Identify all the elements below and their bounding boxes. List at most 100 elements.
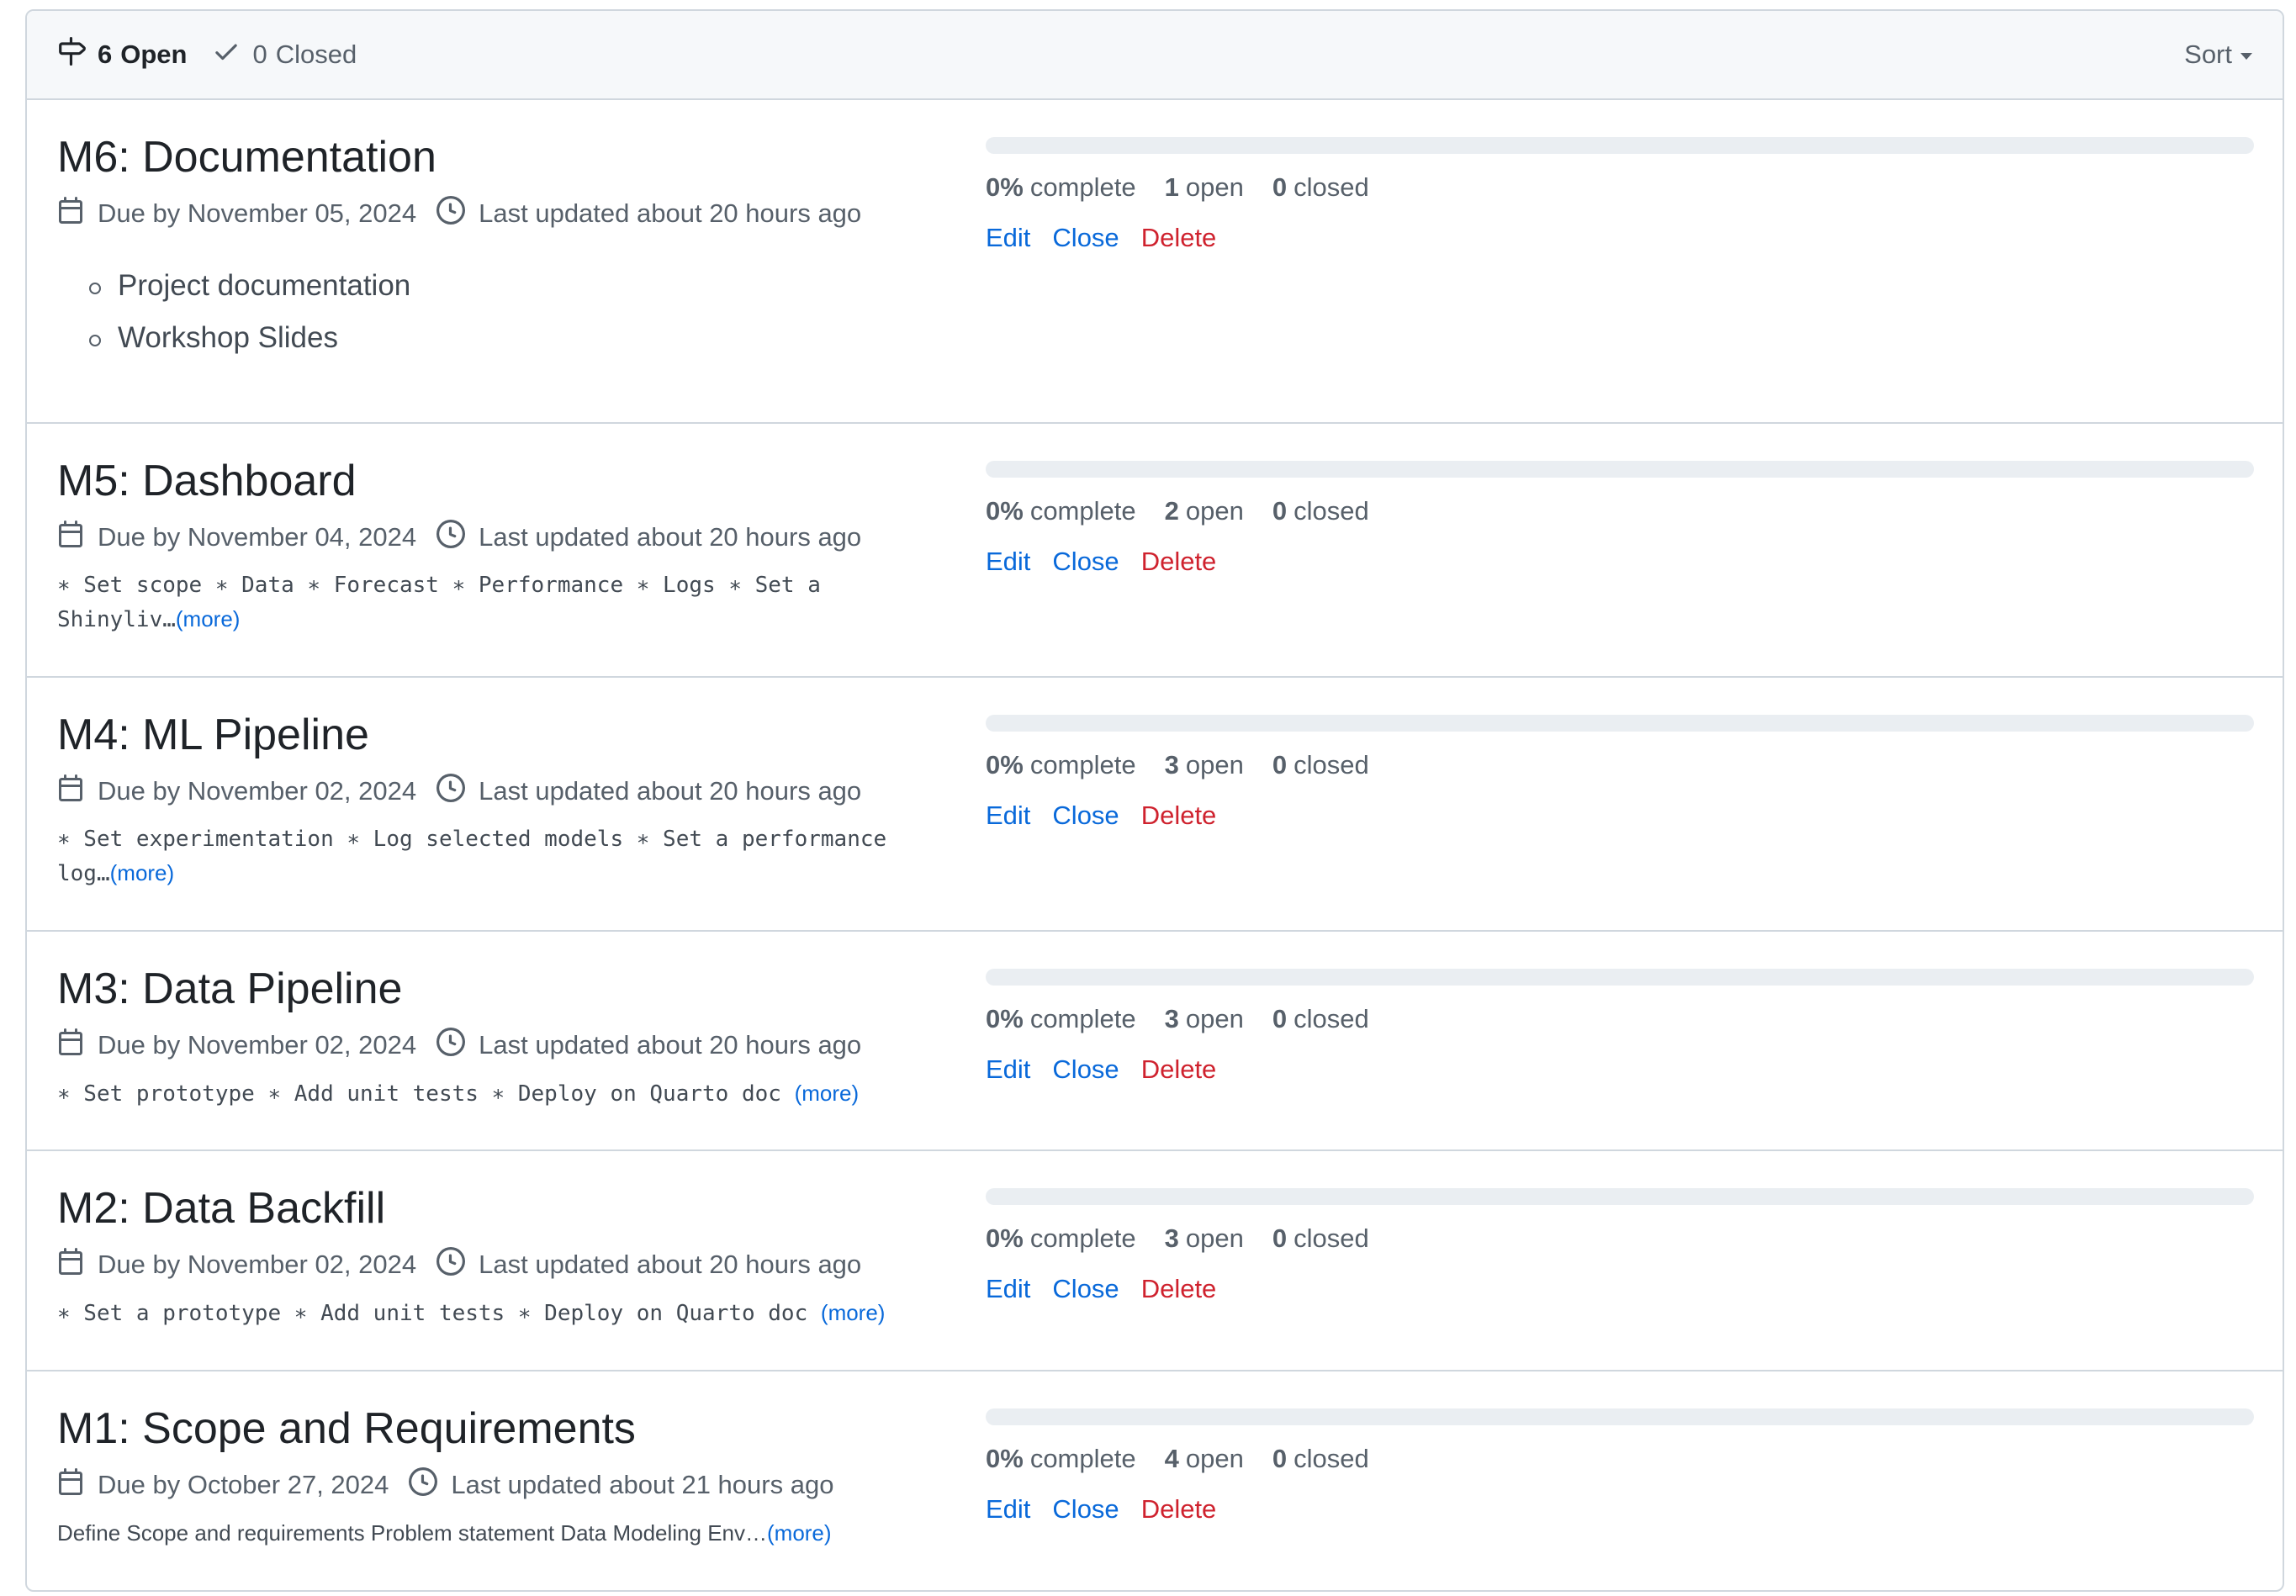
progress-bar [986, 715, 2254, 732]
close-link[interactable]: Close [1052, 1494, 1119, 1525]
last-updated: Last updated about 21 hours ago [451, 1470, 834, 1499]
due-date: Due by November 05, 2024 [98, 198, 417, 228]
edit-link[interactable]: Edit [986, 547, 1030, 577]
open-issues-count[interactable]: 3 open [1165, 1004, 1244, 1034]
milestone-progress: 0% complete 1 open 0 closed Edit Close Delete [986, 137, 2254, 253]
more-link[interactable]: (more) [176, 606, 241, 632]
last-updated: Last updated about 20 hours ago [479, 1250, 862, 1279]
milestone-description-list: Project documentation Workshop Slides [57, 260, 940, 364]
edit-link[interactable]: Edit [986, 801, 1030, 831]
more-link[interactable]: (more) [767, 1520, 832, 1546]
milestone-info: M6: Documentation Due by November 05, 202… [57, 130, 940, 364]
milestones-header: 6 Open 0 Closed Sort [27, 11, 2283, 100]
open-issues-count[interactable]: 3 open [1165, 750, 1244, 780]
due-date: Due by November 02, 2024 [98, 776, 417, 806]
milestone-title[interactable]: M5: Dashboard [57, 454, 940, 508]
edit-link[interactable]: Edit [986, 1054, 1030, 1085]
edit-link[interactable]: Edit [986, 223, 1030, 253]
delete-link[interactable]: Delete [1141, 1494, 1217, 1525]
delete-link[interactable]: Delete [1141, 1274, 1217, 1304]
milestone-actions: Edit Close Delete [986, 223, 2254, 253]
calendar-icon [57, 196, 98, 231]
milestone-icon [57, 37, 98, 72]
closed-count: 0 [252, 40, 267, 69]
milestone-title[interactable]: M4: ML Pipeline [57, 708, 940, 762]
description-list-item: Workshop Slides [89, 312, 940, 364]
milestone-actions: Edit Close Delete [986, 1054, 2254, 1085]
closed-milestones-tab[interactable]: 0 Closed [212, 37, 357, 72]
open-issues-count[interactable]: 4 open [1165, 1444, 1244, 1474]
edit-link[interactable]: Edit [986, 1274, 1030, 1304]
milestone-title[interactable]: M2: Data Backfill [57, 1181, 940, 1235]
milestone-progress: 0% complete 4 open 0 closed Edit Close Delete [986, 1408, 2254, 1525]
milestone-row: M4: ML Pipeline Due by November 02, 2024 L… [27, 678, 2283, 932]
closed-issues-count[interactable]: 0 closed [1272, 1444, 1369, 1474]
open-issues-count[interactable]: 2 open [1165, 496, 1244, 526]
due-date: Due by November 04, 2024 [98, 522, 417, 552]
milestone-row: M5: Dashboard Due by November 04, 2024 Las… [27, 424, 2283, 678]
clock-icon [436, 520, 479, 555]
milestone-actions: Edit Close Delete [986, 801, 2254, 831]
percent-complete: 0% complete [986, 750, 1136, 780]
more-link[interactable]: (more) [821, 1300, 886, 1325]
milestone-actions: Edit Close Delete [986, 1274, 2254, 1304]
milestone-description: ∗ Set prototype ∗ Add unit tests ∗ Deplo… [57, 1076, 940, 1111]
milestone-meta: Due by November 04, 2024 Last updated abo… [57, 520, 940, 555]
closed-issues-count[interactable]: 0 closed [1272, 1223, 1369, 1254]
close-link[interactable]: Close [1052, 1054, 1119, 1085]
open-issues-count[interactable]: 3 open [1165, 1223, 1244, 1254]
clock-icon [409, 1467, 451, 1503]
more-link[interactable]: (more) [795, 1081, 860, 1106]
progress-bar [986, 461, 2254, 478]
clock-icon [436, 774, 479, 809]
milestone-info: M4: ML Pipeline Due by November 02, 2024 L… [57, 708, 940, 890]
close-link[interactable]: Close [1052, 547, 1119, 577]
closed-issues-count[interactable]: 0 closed [1272, 1004, 1369, 1034]
percent-complete: 0% complete [986, 1004, 1136, 1033]
delete-link[interactable]: Delete [1141, 223, 1217, 253]
close-link[interactable]: Close [1052, 223, 1119, 253]
sort-dropdown[interactable]: Sort [2184, 40, 2252, 70]
milestone-meta: Due by November 05, 2024 Last updated abo… [57, 196, 940, 231]
milestone-row: M3: Data Pipeline Due by November 02, 202… [27, 932, 2283, 1151]
milestone-description: ∗ Set experimentation ∗ Log selected mod… [57, 822, 940, 890]
progress-bar [986, 969, 2254, 986]
milestone-title[interactable]: M6: Documentation [57, 130, 940, 184]
clock-icon [436, 1247, 479, 1282]
last-updated: Last updated about 20 hours ago [479, 198, 862, 228]
closed-issues-count[interactable]: 0 closed [1272, 172, 1369, 203]
closed-label: Closed [275, 40, 357, 69]
milestone-progress: 0% complete 2 open 0 closed Edit Close Delete [986, 461, 2254, 577]
more-link[interactable]: (more) [110, 860, 175, 885]
delete-link[interactable]: Delete [1141, 547, 1217, 577]
open-issues-count[interactable]: 1 open [1165, 172, 1244, 203]
open-milestones-tab[interactable]: 6 Open [57, 37, 187, 72]
percent-complete: 0% complete [986, 1223, 1136, 1253]
milestone-info: M2: Data Backfill Due by November 02, 202… [57, 1181, 940, 1330]
edit-link[interactable]: Edit [986, 1494, 1030, 1525]
description-text: ∗ Set prototype ∗ Add unit tests ∗ Deplo… [57, 1081, 795, 1107]
milestone-stats: 0% complete 1 open 0 closed [986, 172, 2254, 203]
progress-bar [986, 1188, 2254, 1205]
delete-link[interactable]: Delete [1141, 1054, 1217, 1085]
description-text: ∗ Set scope ∗ Data ∗ Forecast ∗ Performa… [57, 573, 821, 632]
closed-issues-count[interactable]: 0 closed [1272, 496, 1369, 526]
close-link[interactable]: Close [1052, 1274, 1119, 1304]
milestone-stats: 0% complete 3 open 0 closed [986, 750, 2254, 780]
clock-icon [436, 196, 479, 231]
milestone-meta: Due by November 02, 2024 Last updated abo… [57, 1028, 940, 1063]
description-text: Define Scope and requirements Problem st… [57, 1520, 767, 1546]
open-label: Open [120, 40, 188, 69]
milestone-title[interactable]: M1: Scope and Requirements [57, 1402, 940, 1456]
closed-issues-count[interactable]: 0 closed [1272, 750, 1369, 780]
last-updated: Last updated about 20 hours ago [479, 776, 862, 806]
milestone-info: M3: Data Pipeline Due by November 02, 202… [57, 962, 940, 1111]
milestone-title[interactable]: M3: Data Pipeline [57, 962, 940, 1016]
due-date: Due by November 02, 2024 [98, 1030, 417, 1060]
close-link[interactable]: Close [1052, 801, 1119, 831]
delete-link[interactable]: Delete [1141, 801, 1217, 831]
milestone-description: ∗ Set scope ∗ Data ∗ Forecast ∗ Performa… [57, 568, 940, 637]
calendar-icon [57, 520, 98, 555]
due-date: Due by October 27, 2024 [98, 1470, 389, 1499]
milestone-meta: Due by November 02, 2024 Last updated abo… [57, 774, 940, 809]
